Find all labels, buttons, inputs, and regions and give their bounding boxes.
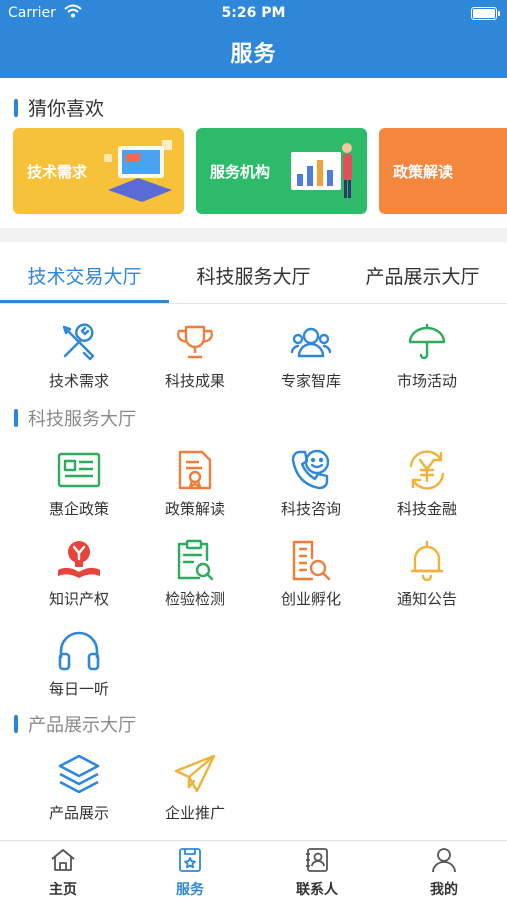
bottom-nav: 主页 服务 联系人 我的 (0, 840, 507, 900)
computer-illustration-icon (104, 140, 172, 202)
section-divider (0, 228, 507, 242)
certificate-icon (140, 446, 250, 494)
nav-home[interactable]: 主页 (0, 847, 126, 899)
grid-item-policy-benefit[interactable]: 惠企政策 (24, 446, 134, 519)
nav-label: 服务 (176, 882, 204, 898)
nav-label: 我的 (430, 882, 458, 898)
guess-section-header: 猜你喜欢 (14, 94, 104, 121)
building-search-icon (256, 536, 366, 584)
bell-icon (372, 536, 482, 584)
guess-section-title: 猜你喜欢 (28, 98, 105, 120)
grid-item-label: 创业孵化 (280, 590, 341, 608)
card-policy-read[interactable]: 政策解读 (379, 128, 507, 214)
product-section-title: 产品展示大厅 (28, 715, 136, 736)
hall-tabs: 技术交易大厅 科技服务大厅 产品展示大厅 (0, 242, 507, 304)
headphones-icon (24, 626, 134, 674)
banner-cards: 技术需求 服务机构 政策解读 (13, 128, 507, 214)
status-bar: Carrier 5:26 PM (0, 0, 507, 28)
umbrella-icon (372, 318, 482, 366)
section-accent-bar (14, 98, 18, 117)
grid-item-label: 政策解读 (164, 500, 225, 518)
person-icon (432, 848, 456, 873)
grid-item-enterprise-promo[interactable]: 企业推广 (140, 750, 250, 823)
grid-item-incubation[interactable]: 创业孵化 (256, 536, 366, 609)
paper-plane-icon (140, 750, 250, 798)
app-header: Carrier 5:26 PM 服务 (0, 0, 507, 78)
card-tech-demand[interactable]: 技术需求 (13, 128, 184, 214)
service-section-title: 科技服务大厅 (28, 409, 136, 430)
document-illustration-icon (500, 134, 507, 208)
status-time: 5:26 PM (221, 5, 286, 21)
grid-item-label: 技术需求 (48, 372, 109, 390)
grid-item-product-show[interactable]: 产品展示 (24, 750, 134, 823)
card-label: 技术需求 (27, 163, 88, 181)
grid-item-label: 产品展示 (48, 804, 109, 822)
nav-mine[interactable]: 我的 (381, 847, 507, 899)
nav-contacts[interactable]: 联系人 (254, 847, 380, 899)
grid-item-label: 科技咨询 (280, 500, 341, 518)
tab-tech-trade[interactable]: 技术交易大厅 (0, 262, 169, 289)
grid-item-inspection[interactable]: 检验检测 (140, 536, 250, 609)
grid-item-label: 检验检测 (164, 590, 225, 608)
chart-board-illustration-icon (291, 143, 352, 198)
grid-item-label: 通知公告 (396, 590, 457, 608)
grid-item-tech-finance[interactable]: 科技金融 (372, 446, 482, 519)
tab-active-indicator (0, 300, 169, 303)
grid-item-notice[interactable]: 通知公告 (372, 536, 482, 609)
grid-item-tech-demand[interactable]: 技术需求 (24, 318, 134, 391)
tab-tech-service[interactable]: 科技服务大厅 (169, 262, 338, 289)
card-label: 服务机构 (210, 163, 271, 181)
contacts-icon (306, 848, 328, 872)
grid-item-daily-listen[interactable]: 每日一听 (24, 626, 134, 699)
grid-item-label: 科技金融 (396, 500, 457, 518)
grid-item-tech-achievement[interactable]: 科技成果 (140, 318, 250, 391)
users-icon (256, 318, 366, 366)
card-service-org[interactable]: 服务机构 (196, 128, 367, 214)
card-label: 政策解读 (393, 163, 454, 181)
section-accent-bar (14, 409, 18, 427)
grid-item-label: 市场活动 (396, 372, 457, 390)
trophy-icon (140, 318, 250, 366)
grid-item-label: 每日一听 (48, 680, 109, 698)
grid-item-label: 专家智库 (280, 372, 341, 390)
battery-icon (471, 7, 500, 20)
product-section-header: 产品展示大厅 (14, 711, 136, 737)
clipboard-search-icon (140, 536, 250, 584)
page-title: 服务 (230, 42, 277, 67)
service-section-header: 科技服务大厅 (14, 405, 136, 431)
grid-item-market-event[interactable]: 市场活动 (372, 318, 482, 391)
ip-bulb-icon (24, 536, 134, 584)
grid-item-ip[interactable]: 知识产权 (24, 536, 134, 609)
nav-service[interactable]: 服务 (127, 847, 253, 899)
phone-smile-icon (256, 446, 366, 494)
section-accent-bar (14, 715, 18, 733)
layers-icon (24, 750, 134, 798)
nav-label: 主页 (49, 882, 77, 898)
newspaper-icon (24, 446, 134, 494)
service-icon (179, 848, 201, 872)
grid-item-label: 企业推广 (164, 804, 225, 822)
home-icon (51, 849, 75, 871)
nav-label: 联系人 (296, 882, 338, 898)
grid-item-tech-consult[interactable]: 科技咨询 (256, 446, 366, 519)
tab-product-show[interactable]: 产品展示大厅 (338, 262, 507, 289)
grid-item-label: 惠企政策 (48, 500, 109, 518)
grid-item-expert-pool[interactable]: 专家智库 (256, 318, 366, 391)
grid-item-label: 知识产权 (48, 590, 109, 608)
tools-icon (24, 318, 134, 366)
grid-item-label: 科技成果 (164, 372, 225, 390)
grid-item-policy-read[interactable]: 政策解读 (140, 446, 250, 519)
yuan-icon (372, 446, 482, 494)
